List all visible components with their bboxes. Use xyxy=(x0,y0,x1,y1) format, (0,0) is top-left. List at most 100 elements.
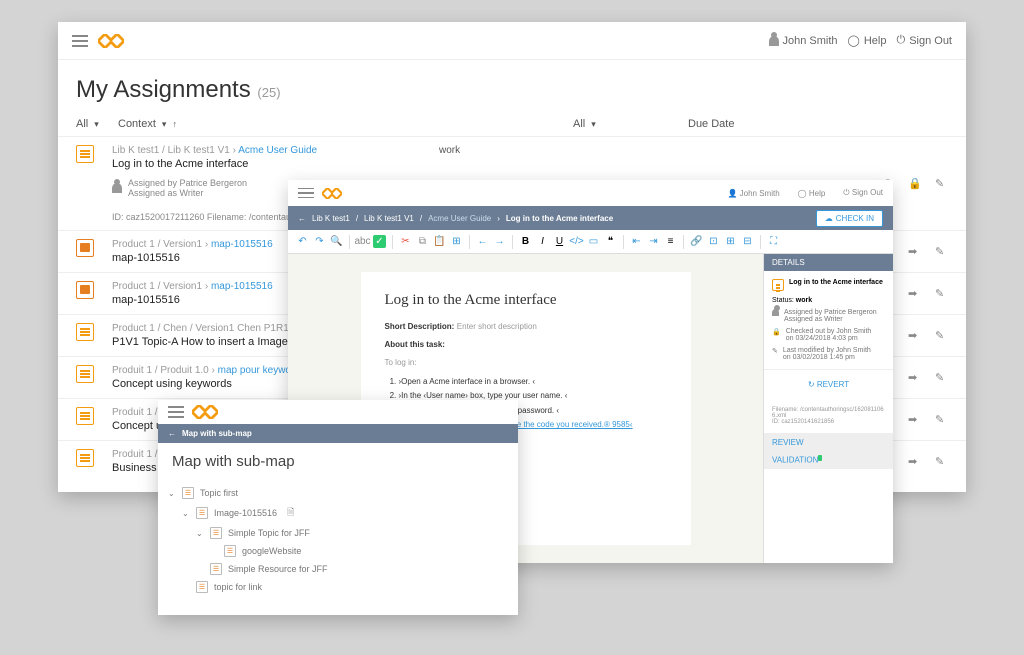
checkin-button[interactable]: ☁ CHECK IN xyxy=(816,210,883,227)
topic-icon: ☰ xyxy=(210,563,222,575)
copy-icon[interactable]: ⧉ xyxy=(416,235,429,248)
details-panel: DETAILS Log in to the Acme interface Sta… xyxy=(763,254,893,563)
topic-icon: ☰ xyxy=(210,527,222,539)
chevron-icon[interactable]: ⌄ xyxy=(182,509,190,518)
filter-all[interactable]: All ▾ xyxy=(76,118,118,130)
topic-icon: ☰ xyxy=(224,545,236,557)
tree: ⌄☰Topic first⌄☰Image-1015516🗎⌄☰Simple To… xyxy=(158,480,518,600)
tree-node[interactable]: ⌄☰Topic first xyxy=(168,484,508,502)
tree-node[interactable]: ☰topic for link xyxy=(168,578,508,596)
menu-icon[interactable] xyxy=(168,406,184,418)
quote-icon[interactable]: ❝ xyxy=(604,235,617,248)
cut-icon[interactable]: ✂ xyxy=(399,235,412,248)
file-icon xyxy=(76,239,94,257)
menu-icon[interactable] xyxy=(298,188,314,199)
open-icon[interactable]: ➡ xyxy=(908,371,921,384)
underline-icon[interactable]: U xyxy=(553,235,566,248)
signout-link[interactable]: ⏻ Sign Out xyxy=(843,188,883,198)
tree-node[interactable]: ⌄☰Simple Topic for JFF xyxy=(168,524,508,542)
main-header: John Smith ◯ Help ⏻ Sign Out xyxy=(58,22,966,60)
edit-icon[interactable]: ✎ xyxy=(935,177,948,190)
chevron-icon[interactable]: ⌄ xyxy=(196,529,204,538)
user-icon xyxy=(769,36,779,46)
lock-icon[interactable]: 🔒 xyxy=(908,177,921,190)
link-icon[interactable]: 🔗 xyxy=(690,235,703,248)
pencil-icon: ✎ xyxy=(772,347,778,361)
page-title: My Assignments (25) xyxy=(58,60,966,114)
topic-icon: ☰ xyxy=(182,487,194,499)
topic-icon: ☰ xyxy=(196,507,208,519)
edit-icon[interactable]: ✎ xyxy=(935,287,948,300)
map-window: ← Map with sub-map Map with sub-map ⌄☰To… xyxy=(158,400,518,615)
redo-icon[interactable]: ↷ xyxy=(313,235,326,248)
edit-icon[interactable]: ✎ xyxy=(935,371,948,384)
tree-node[interactable]: ⌄☰Image-1015516🗎 xyxy=(168,502,508,524)
review-tab[interactable]: REVIEW xyxy=(764,434,893,451)
file-icon xyxy=(76,145,94,163)
col-context[interactable]: Context ▾ ↑ xyxy=(118,118,573,130)
lock-icon: 🔒 xyxy=(772,328,781,342)
open-icon[interactable]: ➡ xyxy=(908,329,921,342)
edit-icon[interactable]: ✎ xyxy=(935,329,948,342)
insert-icon[interactable]: ⊞ xyxy=(450,235,463,248)
spellcheck-icon[interactable]: abc xyxy=(356,235,369,248)
filter-all2[interactable]: All ▾ xyxy=(573,118,688,130)
image-icon[interactable]: ▭ xyxy=(587,235,600,248)
undo-icon[interactable]: ↶ xyxy=(296,235,309,248)
outdent-icon[interactable]: ⇤ xyxy=(630,235,643,248)
topic-icon: ☰ xyxy=(196,581,208,593)
back-icon[interactable]: ← xyxy=(168,429,176,438)
doc-title: Log in to the Acme interface xyxy=(385,292,667,309)
chevron-icon[interactable]: ⌄ xyxy=(168,489,176,498)
step[interactable]: ›Open a Acme interface in a browser. ‹ xyxy=(399,375,667,389)
signout-link[interactable]: ⏻ Sign Out xyxy=(896,34,952,47)
menu-icon[interactable] xyxy=(72,35,88,47)
editor-toolbar: ↶ ↷ 🔍 abc ✓ ✂ ⧉ 📋 ⊞ ← → B I U </> ▭ ❝ ⇤ … xyxy=(288,230,893,254)
edit-icon[interactable]: ✎ xyxy=(935,455,948,468)
logo xyxy=(322,188,340,199)
tool-icon[interactable]: ⊡ xyxy=(707,235,720,248)
column-headers: All ▾ Context ▾ ↑ All ▾ Due Date xyxy=(58,114,966,136)
logo xyxy=(192,405,216,419)
back-icon[interactable]: ← xyxy=(298,214,306,223)
col-duedate[interactable]: Due Date xyxy=(688,118,948,130)
italic-icon[interactable]: I xyxy=(536,235,549,248)
open-icon[interactable]: ➡ xyxy=(908,413,921,426)
indent-icon[interactable]: ⇥ xyxy=(647,235,660,248)
revert-button[interactable]: ↻ REVERT xyxy=(764,370,893,399)
file-icon xyxy=(76,281,94,299)
bold-icon[interactable]: B xyxy=(519,235,532,248)
validation-tab[interactable]: VALIDATION xyxy=(764,451,893,469)
open-icon[interactable]: ➡ xyxy=(908,245,921,258)
file-icon xyxy=(76,323,94,341)
open-icon[interactable]: ➡ xyxy=(908,455,921,468)
user-menu[interactable]: 👤 John Smith xyxy=(727,189,779,198)
tool2-icon[interactable]: ⊞ xyxy=(724,235,737,248)
map-breadcrumb: ← Map with sub-map xyxy=(158,424,518,443)
help-link[interactable]: ◯ Help xyxy=(798,189,826,198)
tree-node[interactable]: ☰Simple Resource for JFF xyxy=(168,560,508,578)
help-link[interactable]: ◯ Help xyxy=(848,34,887,47)
paste-icon[interactable]: 📋 xyxy=(433,235,446,248)
edit-icon[interactable]: ✎ xyxy=(935,413,948,426)
tree-node[interactable]: ☰googleWebsite xyxy=(168,542,508,560)
check-icon[interactable]: ✓ xyxy=(373,235,386,248)
file-icon xyxy=(76,449,94,467)
file-icon xyxy=(76,407,94,425)
expand-icon[interactable]: ⛶ xyxy=(767,235,780,248)
next-icon[interactable]: → xyxy=(493,235,506,248)
short-desc-placeholder[interactable]: Enter short description xyxy=(457,322,537,331)
prev-icon[interactable]: ← xyxy=(476,235,489,248)
user-menu[interactable]: John Smith xyxy=(769,35,838,47)
details-header: DETAILS xyxy=(764,254,893,271)
search-icon[interactable]: 🔍 xyxy=(330,235,343,248)
editor-header: 👤 John Smith ◯ Help ⏻ Sign Out xyxy=(288,180,893,206)
edit-icon[interactable]: ✎ xyxy=(935,245,948,258)
logo xyxy=(98,34,122,48)
file-icon xyxy=(76,365,94,383)
tool3-icon[interactable]: ⊟ xyxy=(741,235,754,248)
code-icon[interactable]: </> xyxy=(570,235,583,248)
open-icon[interactable]: ➡ xyxy=(908,287,921,300)
list-icon[interactable]: ≡ xyxy=(664,235,677,248)
map-title: Map with sub-map xyxy=(158,443,518,480)
